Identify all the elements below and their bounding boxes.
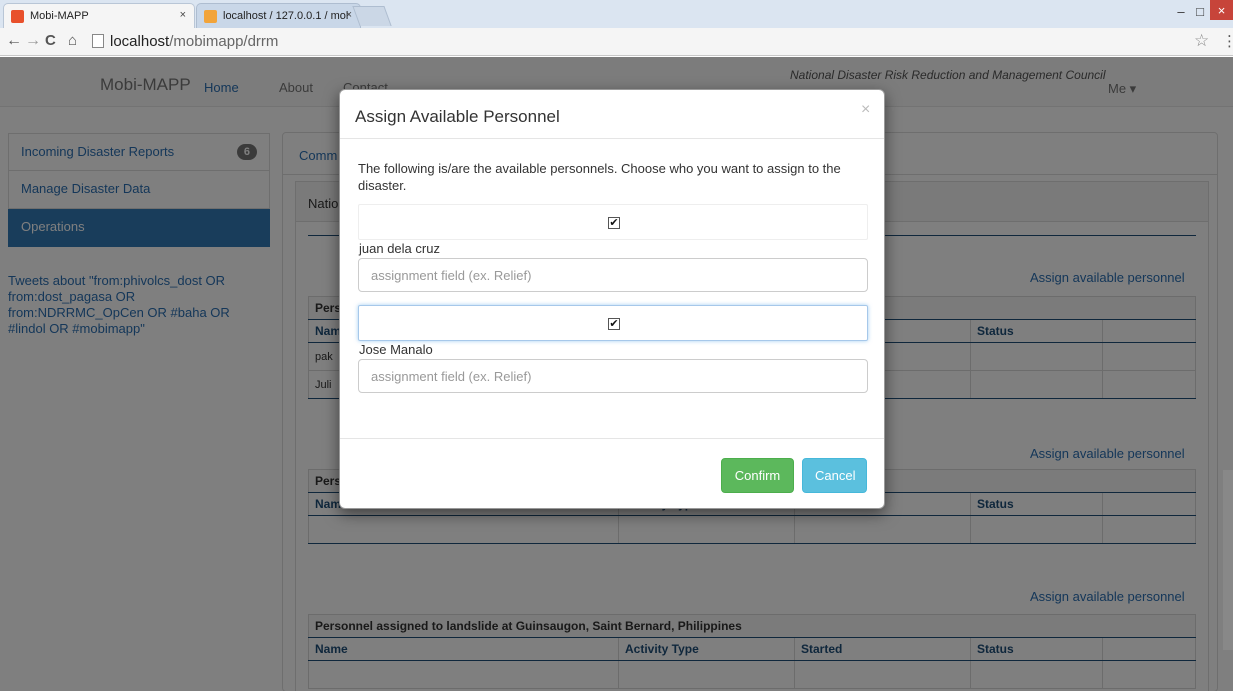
personnel-name: juan dela cruz bbox=[359, 241, 440, 256]
tab-close-icon[interactable]: × bbox=[180, 9, 186, 21]
url-host: localhost bbox=[110, 33, 170, 50]
home-icon[interactable]: ⌂ bbox=[68, 32, 77, 49]
tab-close-icon[interactable]: × bbox=[346, 9, 352, 21]
browser-tab-phpmyadmin[interactable]: localhost / 127.0.0.1 / mol × bbox=[196, 3, 361, 28]
confirm-button[interactable]: Confirm bbox=[721, 458, 794, 493]
personnel-select-row: ✔ bbox=[358, 204, 868, 240]
browser-tab-mobimapp[interactable]: Mobi-MAPP × bbox=[3, 3, 195, 28]
back-arrow-icon[interactable]: ← bbox=[6, 32, 22, 50]
personnel-checkbox[interactable]: ✔ bbox=[608, 217, 620, 229]
minimize-window-icon[interactable]: – bbox=[1170, 4, 1192, 19]
browser-menu-icon[interactable]: ⋮ bbox=[1222, 32, 1233, 50]
browser-tab-bar: Mobi-MAPP × localhost / 127.0.0.1 / mol … bbox=[0, 0, 1233, 28]
page-scrollbar-thumb[interactable] bbox=[1223, 470, 1233, 650]
assignment-field-input[interactable] bbox=[358, 359, 868, 393]
url-path: /mobimapp/drrm bbox=[169, 33, 279, 50]
close-window-icon[interactable]: × bbox=[1210, 0, 1233, 20]
forward-arrow-icon[interactable]: → bbox=[25, 32, 41, 50]
close-icon[interactable]: × bbox=[861, 101, 870, 119]
modal-footer: Confirm Cancel bbox=[340, 438, 884, 509]
tab-title: localhost / 127.0.0.1 / mol bbox=[223, 10, 349, 22]
page-icon bbox=[92, 34, 104, 48]
address-bar: ← → C ⌂ localhost/mobimapp/drrm ☆ ⋮ bbox=[0, 28, 1233, 56]
assignment-field-input[interactable] bbox=[358, 258, 868, 292]
modal-instructions: The following is/are the available perso… bbox=[358, 161, 841, 193]
personnel-name: Jose Manalo bbox=[359, 342, 433, 357]
modal-title: Assign Available Personnel bbox=[355, 107, 560, 126]
assign-personnel-modal: Assign Available Personnel × The followi… bbox=[339, 89, 885, 509]
personnel-checkbox[interactable]: ✔ bbox=[608, 318, 620, 330]
maximize-window-icon[interactable]: □ bbox=[1191, 4, 1209, 19]
url-field[interactable]: localhost/mobimapp/drrm bbox=[110, 33, 278, 50]
personnel-select-row: ✔ bbox=[358, 305, 868, 341]
phpmyadmin-favicon-icon bbox=[204, 10, 217, 23]
modal-header: Assign Available Personnel × bbox=[340, 90, 884, 139]
new-tab-button[interactable] bbox=[352, 6, 392, 26]
cancel-button[interactable]: Cancel bbox=[802, 458, 867, 493]
mobimapp-favicon-icon bbox=[11, 10, 24, 23]
bookmark-star-icon[interactable]: ☆ bbox=[1194, 31, 1209, 51]
reload-icon[interactable]: C bbox=[45, 32, 56, 49]
tab-title: Mobi-MAPP bbox=[30, 10, 89, 22]
